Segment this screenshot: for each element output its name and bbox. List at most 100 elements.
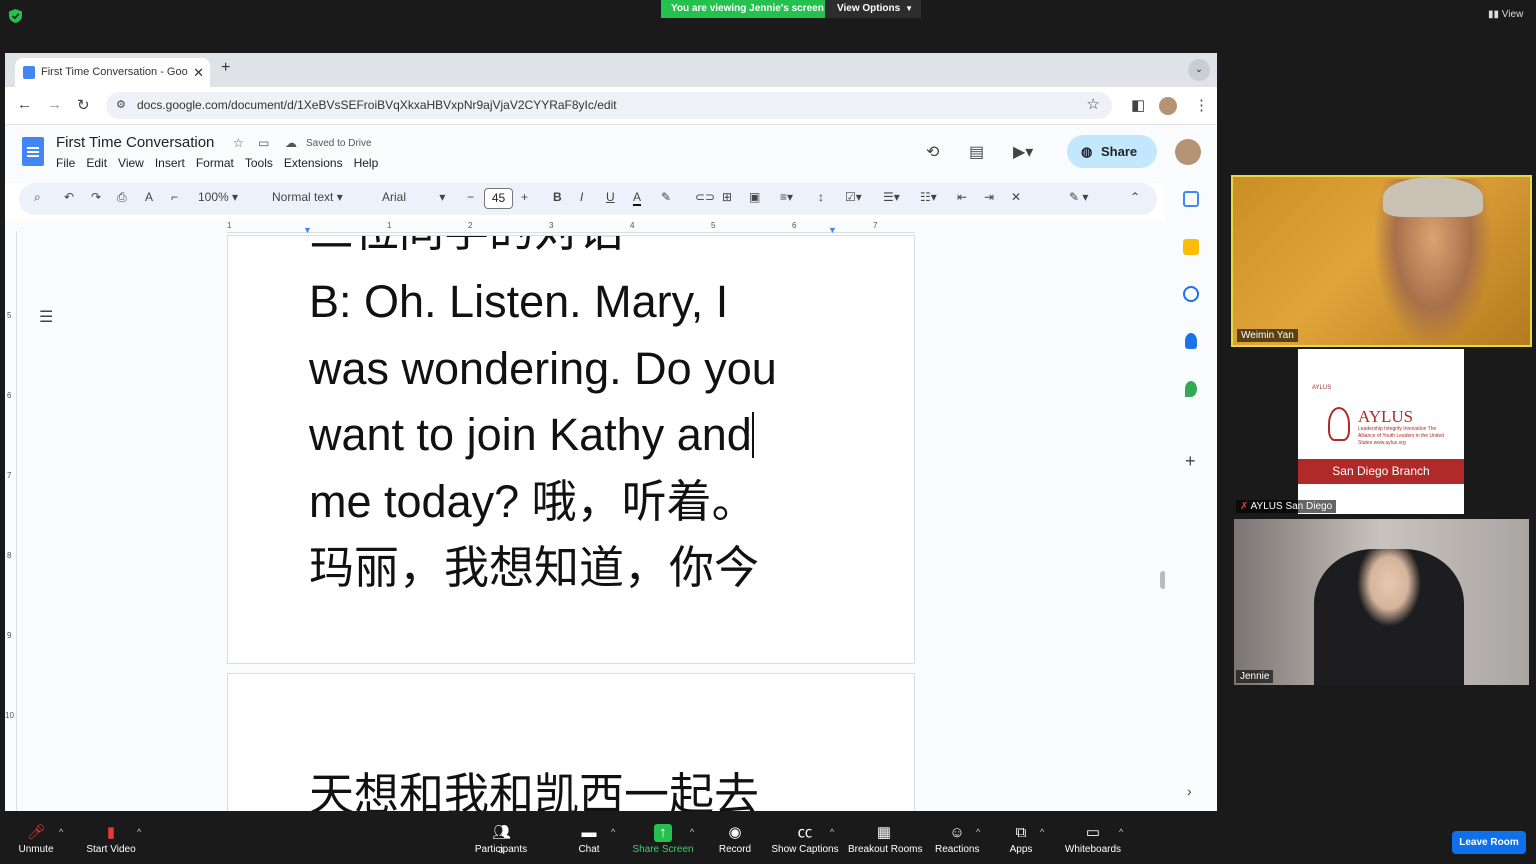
menu-insert[interactable]: Insert (155, 156, 185, 170)
close-icon[interactable]: ✕ (193, 58, 204, 87)
chevron-up-icon[interactable]: ^ (611, 827, 615, 837)
clear-formatting-icon[interactable]: ✕ (1011, 190, 1021, 204)
version-history-icon[interactable]: ⟲ (926, 142, 939, 162)
video-tile-active-speaker[interactable]: Weimin Yan (1231, 175, 1532, 347)
menu-tools[interactable]: Tools (245, 156, 273, 170)
reload-icon[interactable]: ↻ (77, 96, 90, 114)
highlight-icon[interactable]: ✎ (661, 190, 671, 204)
whiteboards-button[interactable]: ▭ Whiteboards (1062, 811, 1124, 864)
increase-font-size-icon[interactable]: + (521, 190, 528, 204)
record-button[interactable]: ◉ Record (715, 811, 755, 864)
increase-indent-icon[interactable]: ⇥ (984, 190, 994, 204)
doc-title[interactable]: First Time Conversation (56, 134, 214, 151)
editing-mode-icon[interactable]: ✎ ▾ (1069, 190, 1088, 204)
back-arrow-icon[interactable]: ← (17, 96, 32, 113)
chevron-up-icon[interactable]: ^ (1119, 827, 1123, 837)
omnibox[interactable]: ⚙ docs.google.com/document/d/1XeBVsSEFro… (106, 92, 1112, 119)
comments-icon[interactable]: ▤ (969, 142, 984, 162)
chevron-up-icon[interactable]: ^ (59, 827, 63, 837)
document-page[interactable]: 天想和我和凯西一起去 (227, 673, 915, 811)
document-outline-icon[interactable]: ☰ (39, 307, 53, 327)
chevron-up-icon[interactable]: ^ (976, 827, 980, 837)
italic-icon[interactable]: I (580, 190, 583, 204)
side-panel-icon[interactable]: ◧ (1131, 96, 1145, 114)
keep-icon[interactable] (1183, 239, 1199, 255)
decrease-font-size-icon[interactable]: − (467, 190, 474, 204)
checklist-icon[interactable]: ☑▾ (845, 190, 862, 204)
style-select[interactable]: Normal text ▾ (272, 190, 343, 204)
start-video-button[interactable]: ▮ Start Video (84, 811, 138, 864)
decrease-indent-icon[interactable]: ⇤ (957, 190, 967, 204)
horizontal-ruler[interactable]: 1 1 2 3 4 5 6 7 ▼ ▼ (227, 221, 915, 235)
font-size-input[interactable]: 45 (484, 188, 513, 209)
chat-button[interactable]: ▬ Chat (570, 811, 608, 864)
search-menus-icon[interactable]: ⌕ (34, 190, 41, 205)
menu-format[interactable]: Format (196, 156, 234, 170)
vertical-ruler[interactable]: 5 6 7 8 9 10 (5, 231, 17, 811)
ruler-number: 6 (792, 221, 797, 230)
zoom-select[interactable]: 100% ▾ (198, 190, 238, 204)
menu-help[interactable]: Help (354, 156, 379, 170)
chevron-up-icon[interactable]: ^ (830, 827, 834, 837)
account-avatar[interactable] (1175, 139, 1201, 165)
unmute-button[interactable]: 🎤︎ Unmute (16, 811, 56, 864)
add-addon-icon[interactable]: + (1185, 451, 1196, 472)
leave-room-button[interactable]: Leave Room (1452, 831, 1526, 854)
view-button[interactable]: ▮▮ View (1488, 9, 1523, 20)
numbered-list-icon[interactable]: ☷▾ (920, 190, 937, 204)
chevron-up-icon[interactable]: ^ (137, 827, 141, 837)
document-page[interactable]: 三位同学的对话 B: Oh. Listen. Mary, I was wonde… (227, 235, 915, 664)
redo-icon[interactable]: ↷ (91, 190, 101, 204)
forward-arrow-icon[interactable]: → (47, 96, 62, 113)
bulleted-list-icon[interactable]: ☰▾ (883, 190, 900, 204)
share-button[interactable]: ◍ Share (1067, 135, 1157, 168)
underline-icon[interactable]: U (606, 190, 615, 204)
video-tile-logo[interactable]: AYLUS AYLUS Leadership Integrity Innovat… (1298, 349, 1464, 514)
spellcheck-icon[interactable]: A (145, 190, 153, 204)
chevron-right-icon[interactable]: › (1187, 783, 1192, 799)
align-icon[interactable]: ≡▾ (780, 190, 793, 204)
text-color-icon[interactable]: A (633, 190, 642, 206)
font-select[interactable]: Arial ▾ (382, 190, 445, 204)
tasks-icon[interactable] (1183, 286, 1199, 302)
menu-extensions[interactable]: Extensions (284, 156, 343, 170)
maps-icon[interactable] (1185, 381, 1197, 397)
show-captions-button[interactable]: ㏄ Show Captions (771, 811, 839, 864)
contacts-icon[interactable] (1185, 333, 1197, 349)
line-spacing-icon[interactable]: ↕ (818, 190, 824, 204)
collapse-toolbar-icon[interactable]: ⌃ (1130, 190, 1140, 204)
paint-format-icon[interactable]: ⌐ (171, 190, 178, 204)
move-folder-icon[interactable]: ▭ (258, 136, 269, 150)
apps-button[interactable]: ⧉ Apps (1006, 811, 1036, 864)
docs-logo-icon[interactable] (22, 137, 44, 166)
right-indent-marker[interactable]: ▼ (828, 225, 837, 235)
undo-icon[interactable]: ↶ (64, 190, 74, 204)
star-icon[interactable]: ☆ (233, 136, 244, 150)
bold-icon[interactable]: B (553, 190, 562, 204)
browser-tab-active[interactable]: First Time Conversation - Goo ✕ (15, 58, 210, 87)
breakout-rooms-button[interactable]: ▦ Breakout Rooms (848, 811, 922, 864)
meet-icon[interactable]: ▶▾ (1013, 142, 1033, 162)
chevron-up-icon[interactable]: ^ (690, 827, 694, 837)
menu-file[interactable]: File (56, 156, 75, 170)
print-icon[interactable]: ⎙ (117, 190, 127, 205)
profile-avatar[interactable] (1159, 97, 1177, 115)
menu-edit[interactable]: Edit (86, 156, 107, 170)
left-indent-marker[interactable]: ▼ (303, 225, 312, 235)
new-tab-button[interactable]: + (221, 59, 230, 77)
participants-button[interactable]: 👥︎3 Participants (472, 811, 530, 864)
menu-view[interactable]: View (118, 156, 144, 170)
reactions-button[interactable]: ☺ Reactions (935, 811, 979, 864)
share-screen-button[interactable]: ↑ Share Screen (632, 811, 694, 864)
add-comment-icon[interactable]: ⊞ (722, 190, 732, 204)
kebab-menu-icon[interactable]: ⋮ (1194, 96, 1209, 114)
video-tile[interactable]: Jennie (1234, 519, 1529, 685)
site-info-icon[interactable]: ⚙ (116, 99, 129, 111)
tab-search-button[interactable]: ⌄ (1188, 59, 1210, 81)
link-icon[interactable]: ⊂⊃ (695, 190, 715, 204)
view-options-button[interactable]: View Options ▼ (825, 0, 921, 18)
chevron-up-icon[interactable]: ^ (1040, 827, 1044, 837)
insert-image-icon[interactable]: ▣ (749, 190, 760, 204)
bookmark-star-icon[interactable]: ☆ (1087, 95, 1100, 113)
calendar-icon[interactable] (1183, 191, 1199, 207)
